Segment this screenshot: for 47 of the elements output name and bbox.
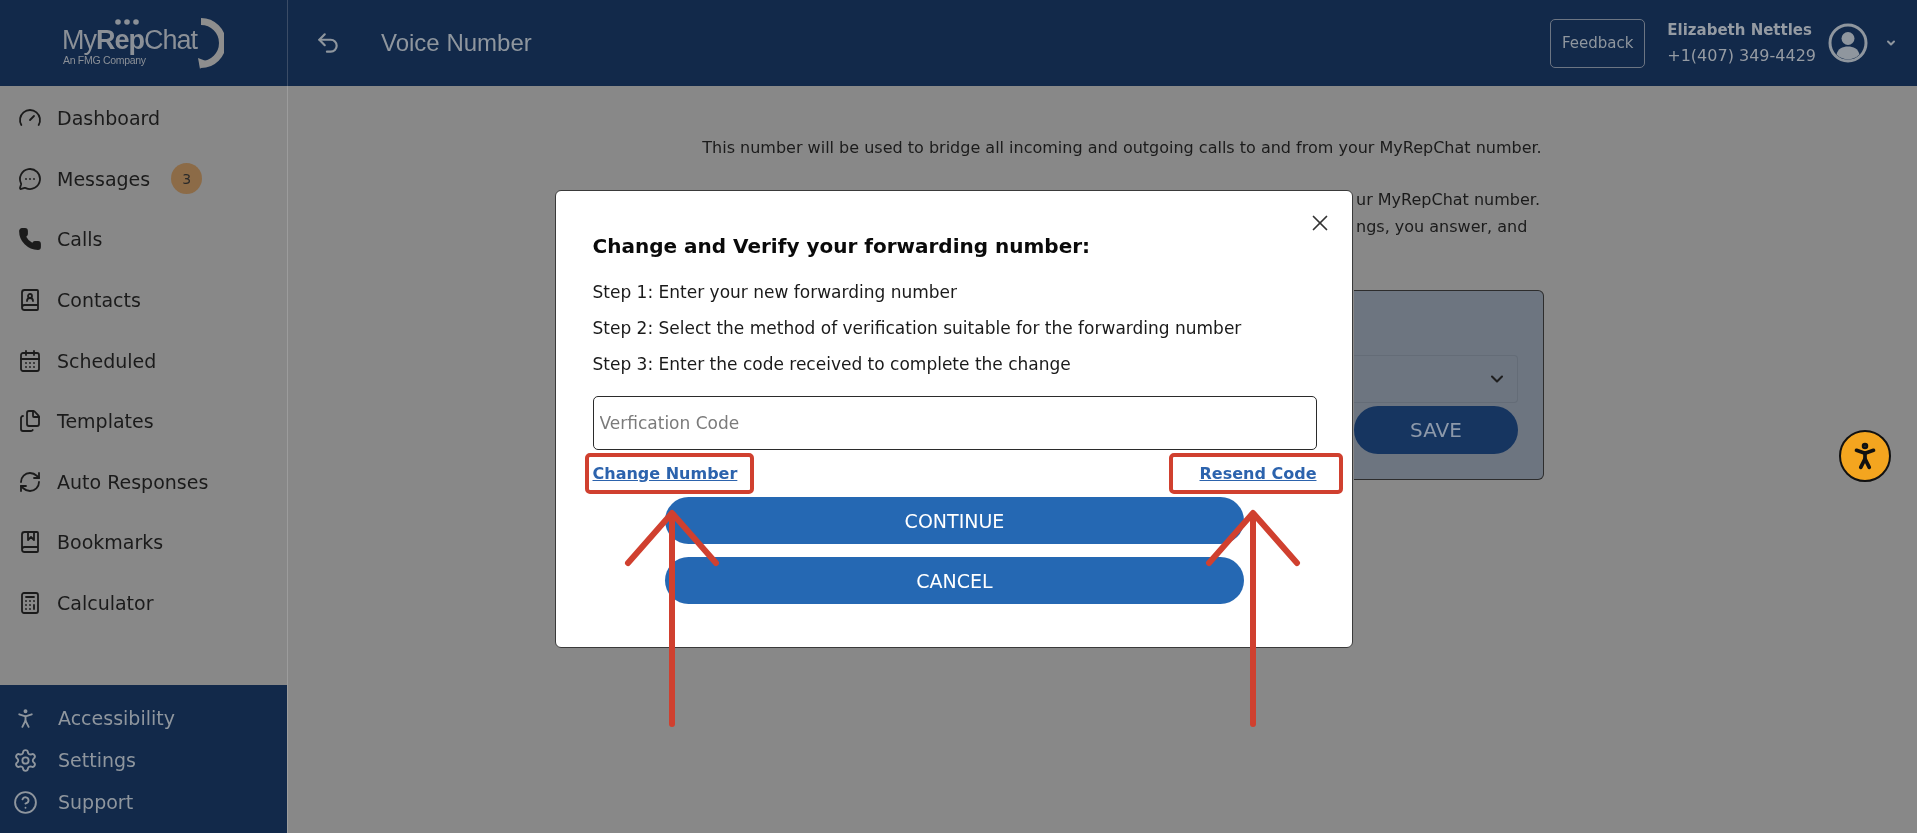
bookmark-book-icon [18, 530, 42, 555]
sidebar-item[interactable]: Settings [0, 739, 287, 781]
step-text: Step 2: Select the method of verification suitable for the forwarding number [592, 317, 1243, 340]
sidebar-item[interactable]: Auto Responses [0, 451, 287, 513]
sidebar-item[interactable]: Templates [0, 390, 287, 452]
save-button[interactable]: SAVE [1354, 406, 1518, 454]
partly-covered-text: ur MyRepChat number. ngs, you answer, and [1356, 189, 1541, 238]
help-icon [13, 789, 38, 815]
description-text: This number will be used to bridge all incoming and outgoing calls to and from your MyRepChat number. [701, 137, 1543, 159]
speech-arc-icon [198, 17, 225, 69]
contact-book-icon [18, 288, 42, 313]
sidebar-item[interactable]: Calls [0, 209, 287, 270]
feedback-button[interactable]: Feedback [1550, 18, 1646, 68]
page-title: Voice Number [381, 29, 532, 57]
avatar-icon [1828, 23, 1868, 63]
change-number-link[interactable]: Change Number [592, 464, 738, 483]
sidebar-item[interactable]: Dashboard [0, 88, 287, 149]
sidebar-item[interactable]: Scheduled [0, 330, 287, 391]
accessibility-button[interactable] [1839, 430, 1891, 482]
phone-icon [18, 227, 42, 252]
documents-icon [18, 409, 42, 434]
sidebar-item[interactable]: Accessibility [0, 697, 287, 739]
sidebar-item[interactable]: Calculator [0, 572, 287, 634]
dropdown-field[interactable] [1354, 355, 1518, 403]
user-phone: +1(407) 349-4429 [1667, 45, 1816, 67]
cancel-button[interactable]: CANCEL [665, 557, 1244, 604]
count-badge: 3 [171, 163, 203, 195]
step-text: Step 1: Enter your new forwarding number [592, 281, 958, 304]
sidebar-item[interactable]: Contacts [0, 269, 287, 331]
dialog-title: Change and Verify your forwarding number: [592, 233, 1092, 260]
dots-icon [115, 19, 139, 25]
refresh-icon [18, 469, 42, 494]
sidebar-item[interactable]: Messages 3 [0, 148, 287, 210]
settings-icon [13, 747, 38, 773]
continue-button[interactable]: CONTINUE [665, 497, 1244, 544]
calendar-icon [18, 348, 42, 373]
back-button[interactable] [315, 30, 341, 56]
resend-code-link[interactable]: Resend Code [1199, 464, 1317, 483]
verification-code-field[interactable]: Verfication Code [592, 396, 1317, 450]
logo-tagline: An FMG Company [63, 54, 147, 67]
sidebar-item[interactable]: Support [0, 781, 287, 823]
step-text: Step 3: Enter the code received to complete the change [592, 353, 1072, 376]
user-name: Elizabeth Nettles [1667, 20, 1813, 41]
back-arrow-icon [315, 30, 341, 56]
speech-bubble-icon [18, 166, 42, 191]
sidebar-item[interactable]: Bookmarks [0, 512, 287, 573]
calculator-icon [18, 591, 42, 616]
